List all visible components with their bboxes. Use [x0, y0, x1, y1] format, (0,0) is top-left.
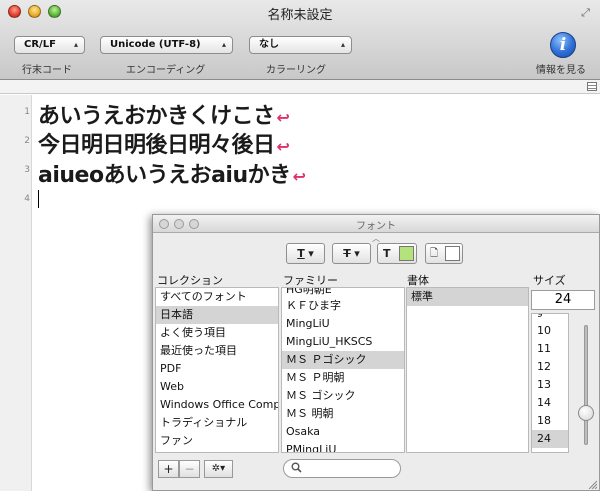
text-caret	[38, 190, 39, 208]
size-item[interactable]: 11	[532, 340, 568, 358]
line-number: 1	[24, 107, 30, 117]
ruler-bar	[0, 80, 600, 94]
underline-label: T	[297, 247, 305, 260]
strikethrough-label: T	[343, 247, 351, 260]
collection-item[interactable]: PDF	[156, 360, 278, 378]
collection-item[interactable]: ファン	[156, 432, 278, 450]
text-color-label: T	[383, 247, 391, 260]
line-ending-value: CR/LF	[24, 39, 56, 50]
collection-list[interactable]: すべてのフォント 日本語 よく使う項目 最近使った項目 PDF Web Wind…	[155, 287, 279, 453]
typeface-item[interactable]: 標準	[407, 288, 528, 306]
family-item[interactable]: ＫＦひま字	[282, 297, 404, 315]
updown-arrows-icon: ▴	[221, 40, 226, 49]
size-item[interactable]: 13	[532, 376, 568, 394]
size-item[interactable]: 24	[532, 430, 568, 448]
resize-grip-icon[interactable]	[587, 479, 597, 489]
family-item[interactable]: ＭＳ ゴシック	[282, 387, 404, 405]
size-input[interactable]: 24	[531, 290, 595, 310]
document-color-swatch	[445, 246, 460, 261]
family-item[interactable]: ＭＳ 明朝	[282, 405, 404, 423]
size-slider-track[interactable]	[584, 325, 588, 445]
family-item[interactable]: MingLiU_HKSCS	[282, 333, 404, 351]
line-number-gutter: 1 2 3 4	[0, 95, 32, 491]
fullscreen-icon[interactable]: ⤢	[579, 6, 592, 19]
line-number: 2	[24, 136, 30, 146]
text-line[interactable]: aiueoあいうえおaiuかき ↩	[38, 157, 306, 189]
text-color-button[interactable]: T	[377, 243, 417, 264]
underline-button[interactable]: T ▾	[286, 243, 325, 264]
text-line[interactable]: 今日明日明後日明々後日 ↩	[38, 127, 290, 159]
size-item[interactable]: 18	[532, 412, 568, 430]
family-item[interactable]: Osaka	[282, 423, 404, 441]
font-panel-bottom-bar: + − ✲▾	[153, 455, 599, 491]
coloring-value: なし	[259, 39, 279, 50]
size-item[interactable]: 14	[532, 394, 568, 412]
strikethrough-button[interactable]: T ▾	[332, 243, 371, 264]
size-item[interactable]: 12	[532, 358, 568, 376]
line-ending-label: 行末コード	[22, 65, 72, 76]
collection-item[interactable]: Web	[156, 378, 278, 396]
info-icon[interactable]: i	[550, 32, 576, 58]
size-slider-knob[interactable]	[578, 405, 594, 421]
typeface-header: 書体	[407, 274, 429, 287]
font-panel-title: フォント	[356, 221, 396, 232]
window-title: 名称未設定	[267, 8, 333, 23]
collection-item[interactable]: トラディショナル	[156, 414, 278, 432]
family-item[interactable]: HG明朝E	[282, 288, 404, 297]
add-collection-button[interactable]: +	[158, 460, 179, 478]
collection-item[interactable]: Windows Office Comp	[156, 396, 278, 414]
family-item[interactable]: MingLiU	[282, 315, 404, 333]
line-number: 3	[24, 165, 30, 175]
encoding-value: Unicode (UTF-8)	[110, 39, 201, 50]
return-mark-icon: ↩	[276, 137, 290, 156]
encoding-label: エンコーディング	[126, 65, 206, 76]
line-ending-popup[interactable]: CR/LF ▴	[14, 36, 85, 54]
coloring-label: カラーリング	[266, 65, 326, 76]
size-item[interactable]: 10	[532, 322, 568, 340]
text-line-content: aiueoあいうえおaiuかき	[38, 163, 291, 188]
document-color-button[interactable]: 🗋	[425, 243, 463, 264]
family-item[interactable]: PMingLiU	[282, 441, 404, 452]
size-list[interactable]: 9 10 11 12 13 14 18 24	[531, 313, 569, 453]
collection-item[interactable]: 日本語	[156, 306, 278, 324]
action-menu-button[interactable]: ✲▾	[204, 460, 233, 478]
line-number: 4	[24, 194, 30, 204]
family-list[interactable]: HG明朝E ＫＦひま字 MingLiU MingLiU_HKSCS ＭＳ Ｐゴシ…	[281, 287, 405, 453]
text-line-content: あいうえおかきくけこさ	[38, 104, 275, 129]
family-item[interactable]: ＭＳ Ｐゴシック	[282, 351, 404, 369]
coloring-popup[interactable]: なし ▴	[249, 36, 352, 54]
font-panel: フォント ︿ T ▾ T ▾ T 🗋 コレクション ファミリー 書体 サイズ す…	[152, 214, 600, 491]
text-line-content: 今日明日明後日明々後日	[38, 133, 275, 158]
remove-collection-button[interactable]: −	[179, 460, 200, 478]
typeface-list[interactable]: 標準	[406, 287, 529, 453]
collection-item[interactable]: よく使う項目	[156, 324, 278, 342]
document-icon: 🗋	[430, 248, 439, 259]
split-view-icon[interactable]	[587, 82, 597, 91]
text-color-swatch	[399, 246, 414, 261]
family-header: ファミリー	[283, 274, 338, 287]
return-mark-icon: ↩	[276, 108, 290, 127]
updown-arrows-icon: ▴	[73, 40, 78, 49]
info-label: 情報を見る	[536, 65, 586, 76]
return-mark-icon: ↩	[292, 167, 306, 186]
collection-item[interactable]: すべてのフォント	[156, 288, 278, 306]
collection-item[interactable]: 最近使った項目	[156, 342, 278, 360]
text-line[interactable]: あいうえおかきくけこさ ↩	[38, 98, 290, 130]
encoding-popup[interactable]: Unicode (UTF-8) ▴	[100, 36, 233, 54]
font-search-field[interactable]	[283, 459, 401, 478]
font-panel-titlebar[interactable]: フォント	[153, 215, 599, 233]
family-item[interactable]: ＭＳ Ｐ明朝	[282, 369, 404, 387]
collection-header: コレクション	[157, 274, 223, 287]
search-icon	[291, 462, 302, 473]
updown-arrows-icon: ▴	[340, 40, 345, 49]
toolbar: 名称未設定 ⤢ CR/LF ▴ 行末コード Unicode (UTF-8) ▴ …	[0, 0, 600, 80]
size-header: サイズ	[533, 274, 566, 287]
size-item[interactable]: 9	[532, 314, 568, 322]
